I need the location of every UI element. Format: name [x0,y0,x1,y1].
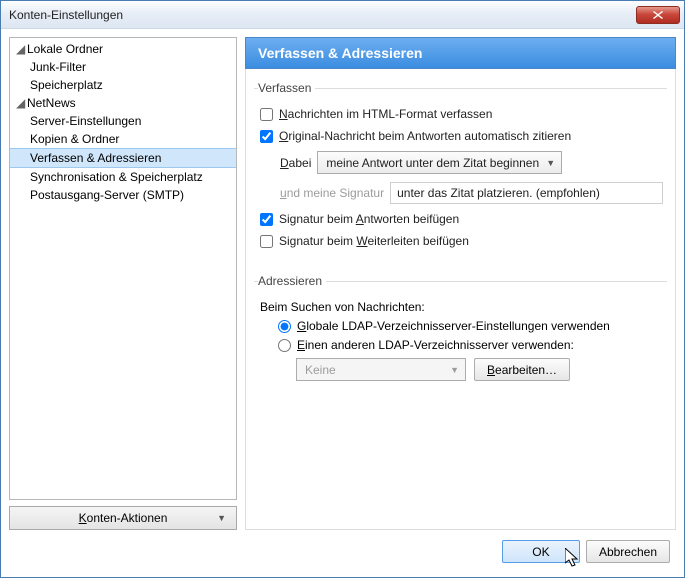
search-note: Beim Suchen von Nachrichten: [260,300,663,314]
twisty-icon: ◢ [16,40,25,58]
checkbox-html[interactable] [260,108,273,121]
tree-item-smtp[interactable]: Postausgang-Server (SMTP) [10,186,236,204]
ldap-sub-row: Keine ▼ Bearbeiten… [258,358,663,381]
dropdown-ldap-server: Keine ▼ [296,358,466,381]
ok-button[interactable]: OK [502,540,580,563]
tree-item-compose[interactable]: Verfassen & Adressieren [10,148,236,168]
account-actions-button[interactable]: Konten-Aktionen ▼ [9,506,237,530]
accounts-tree[interactable]: ◢Lokale Ordner Junk-Filter Speicherplatz… [9,37,237,500]
label-sig-forward: Signatur beim Weiterleiten beifügen [279,234,469,248]
tree-item-copies[interactable]: Kopien & Ordner [10,130,236,148]
window-title: Konten-Einstellungen [9,8,636,22]
tree-item-sync[interactable]: Synchronisation & Speicherplatz [10,168,236,186]
tree-item-local-folders[interactable]: ◢Lokale Ordner [10,40,236,58]
tree-item-junk[interactable]: Junk-Filter [10,58,236,76]
compose-legend: Verfassen [258,81,315,95]
row-sig-place: und meine Signatur unter das Zitat platz… [258,182,663,204]
tree-item-storage[interactable]: Speicherplatz [10,76,236,94]
checkbox-quote[interactable] [260,130,273,143]
dialog-body: ◢Lokale Ordner Junk-Filter Speicherplatz… [1,29,684,577]
label-html: Nachrichten im HTML-Format verfassen [279,107,492,121]
row-html: Nachrichten im HTML-Format verfassen [258,107,663,121]
edit-ldap-button[interactable]: Bearbeiten… [474,358,570,381]
tree-item-server[interactable]: Server-Einstellungen [10,112,236,130]
row-sig-reply: Signatur beim Antworten beifügen [258,212,663,226]
label-sig-place: und meine Signatur [280,186,384,200]
dropdown-reply-position[interactable]: meine Antwort unter dem Zitat beginnen ▼ [317,151,562,174]
dropdown-sig-position: unter das Zitat platzieren. (empfohlen) [390,182,663,204]
content-panel: Verfassen & Adressieren Verfassen Nachri… [245,37,676,530]
checkbox-sig-forward[interactable] [260,235,273,248]
address-group: Adressieren Beim Suchen von Nachrichten:… [254,274,667,381]
label-ldap-global: Globale LDAP-Verzeichnisserver-Einstellu… [297,319,610,333]
radio-ldap-other[interactable] [278,339,291,352]
address-legend: Adressieren [258,274,326,288]
chevron-down-icon: ▼ [450,365,459,375]
label-sig-reply: Signatur beim Antworten beifügen [279,212,459,226]
dialog-footer: OK Abbrechen [9,530,676,569]
main-row: ◢Lokale Ordner Junk-Filter Speicherplatz… [9,37,676,530]
cancel-button[interactable]: Abbrechen [586,540,670,563]
account-actions-label: Konten-Aktionen [79,511,168,525]
label-quote: Original-Nachricht beim Antworten automa… [279,129,571,143]
label-dabei: Dabei [280,156,311,170]
label-ldap-other: Einen anderen LDAP-Verzeichnisserver ver… [297,338,574,352]
row-dabei: Dabei meine Antwort unter dem Zitat begi… [258,151,663,174]
tree-column: ◢Lokale Ordner Junk-Filter Speicherplatz… [9,37,237,530]
radio-row-other: Einen anderen LDAP-Verzeichnisserver ver… [258,338,663,352]
titlebar[interactable]: Konten-Einstellungen [1,1,684,29]
chevron-down-icon: ▼ [217,513,226,523]
close-icon[interactable] [636,6,680,24]
panel-title: Verfassen & Adressieren [245,37,676,69]
twisty-icon: ◢ [16,94,25,112]
panel-body: Verfassen Nachrichten im HTML-Format ver… [245,69,676,530]
row-quote: Original-Nachricht beim Antworten automa… [258,129,663,143]
checkbox-sig-reply[interactable] [260,213,273,226]
chevron-down-icon: ▼ [546,158,555,168]
tree-item-netnews[interactable]: ◢NetNews [10,94,236,112]
radio-row-global: Globale LDAP-Verzeichnisserver-Einstellu… [258,319,663,333]
radio-ldap-global[interactable] [278,320,291,333]
row-sig-forward: Signatur beim Weiterleiten beifügen [258,234,663,248]
compose-group: Verfassen Nachrichten im HTML-Format ver… [254,81,667,256]
settings-window: Konten-Einstellungen ◢Lokale Ordner Junk… [0,0,685,578]
